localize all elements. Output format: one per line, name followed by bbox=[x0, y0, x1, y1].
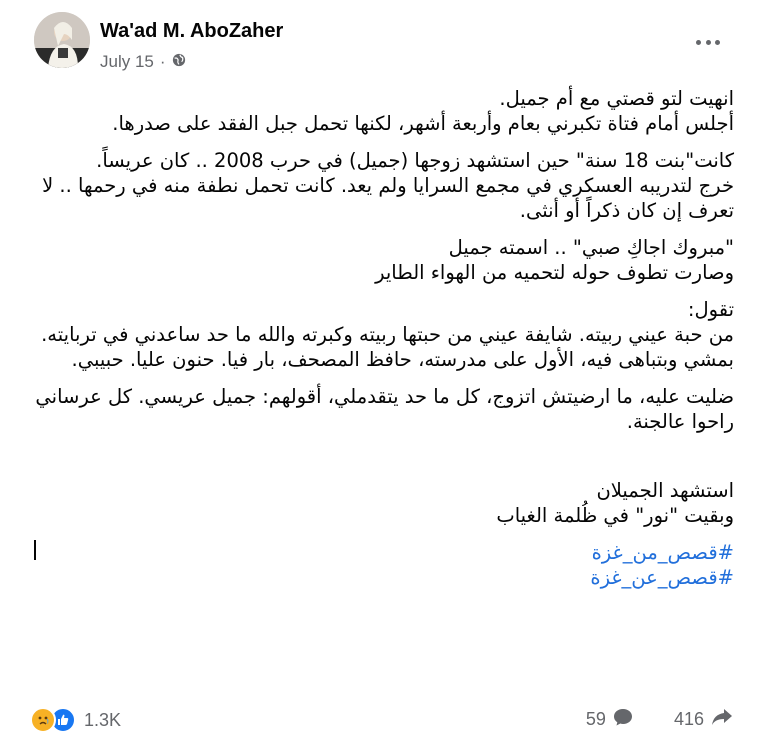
text-cursor bbox=[34, 540, 36, 560]
more-dot-icon bbox=[696, 39, 701, 45]
globe-icon bbox=[172, 52, 186, 72]
more-dot-icon bbox=[705, 39, 711, 45]
paragraph-5: ضليت عليه، ما ارضيتش اتزوج، كل ما حد يتق… bbox=[35, 385, 734, 433]
author-name[interactable]: Wa'ad M. AboZaher bbox=[100, 20, 283, 43]
comment-icon bbox=[612, 707, 634, 732]
more-options-button[interactable] bbox=[696, 36, 720, 48]
post-body: انهيت لتو قصتي مع أم جميل. أجلس أمام فتا… bbox=[34, 86, 734, 602]
post-stats: 59 416 bbox=[586, 707, 734, 732]
hashtags: #قصص_من_غزة #قصص_عن_غزة bbox=[34, 540, 734, 590]
paragraph-1: انهيت لتو قصتي مع أم جميل. أجلس أمام فتا… bbox=[112, 87, 734, 135]
reaction-count: 1.3K bbox=[84, 709, 122, 730]
post-header: Wa'ad M. AboZaher July 15 · bbox=[34, 12, 760, 76]
reactions-summary[interactable]: 1.3K bbox=[30, 707, 121, 733]
paragraph-6: استشهد الجميلان وبقيت "نور" في ظُلمة الغ… bbox=[496, 479, 734, 527]
post-meta: July 15 · bbox=[100, 52, 186, 72]
paragraph-2: كانت"بنت 18 سنة" حين استشهد زوجها (جميل)… bbox=[42, 149, 734, 222]
post-footer: 1.3K 59 416 bbox=[30, 705, 734, 739]
hashtag-link[interactable]: #قصص_من_غزة bbox=[592, 541, 734, 564]
paragraph-3: "مبروك اجاكِ صبي" .. اسمته جميل وصارت تط… bbox=[375, 236, 734, 284]
author-avatar[interactable] bbox=[34, 12, 90, 68]
hashtag-link[interactable]: #قصص_عن_غزة bbox=[590, 566, 734, 589]
share-icon bbox=[710, 707, 734, 732]
meta-separator: · bbox=[159, 52, 166, 71]
more-dot-icon bbox=[715, 39, 720, 45]
post-date[interactable]: July 15 bbox=[100, 52, 154, 72]
comments-count[interactable]: 59 bbox=[586, 707, 634, 732]
shares-count[interactable]: 416 bbox=[674, 707, 734, 732]
paragraph-4: تقول: من حبة عيني ربيته. شايفة عيني من ح… bbox=[41, 298, 734, 371]
care-icon bbox=[30, 707, 56, 733]
